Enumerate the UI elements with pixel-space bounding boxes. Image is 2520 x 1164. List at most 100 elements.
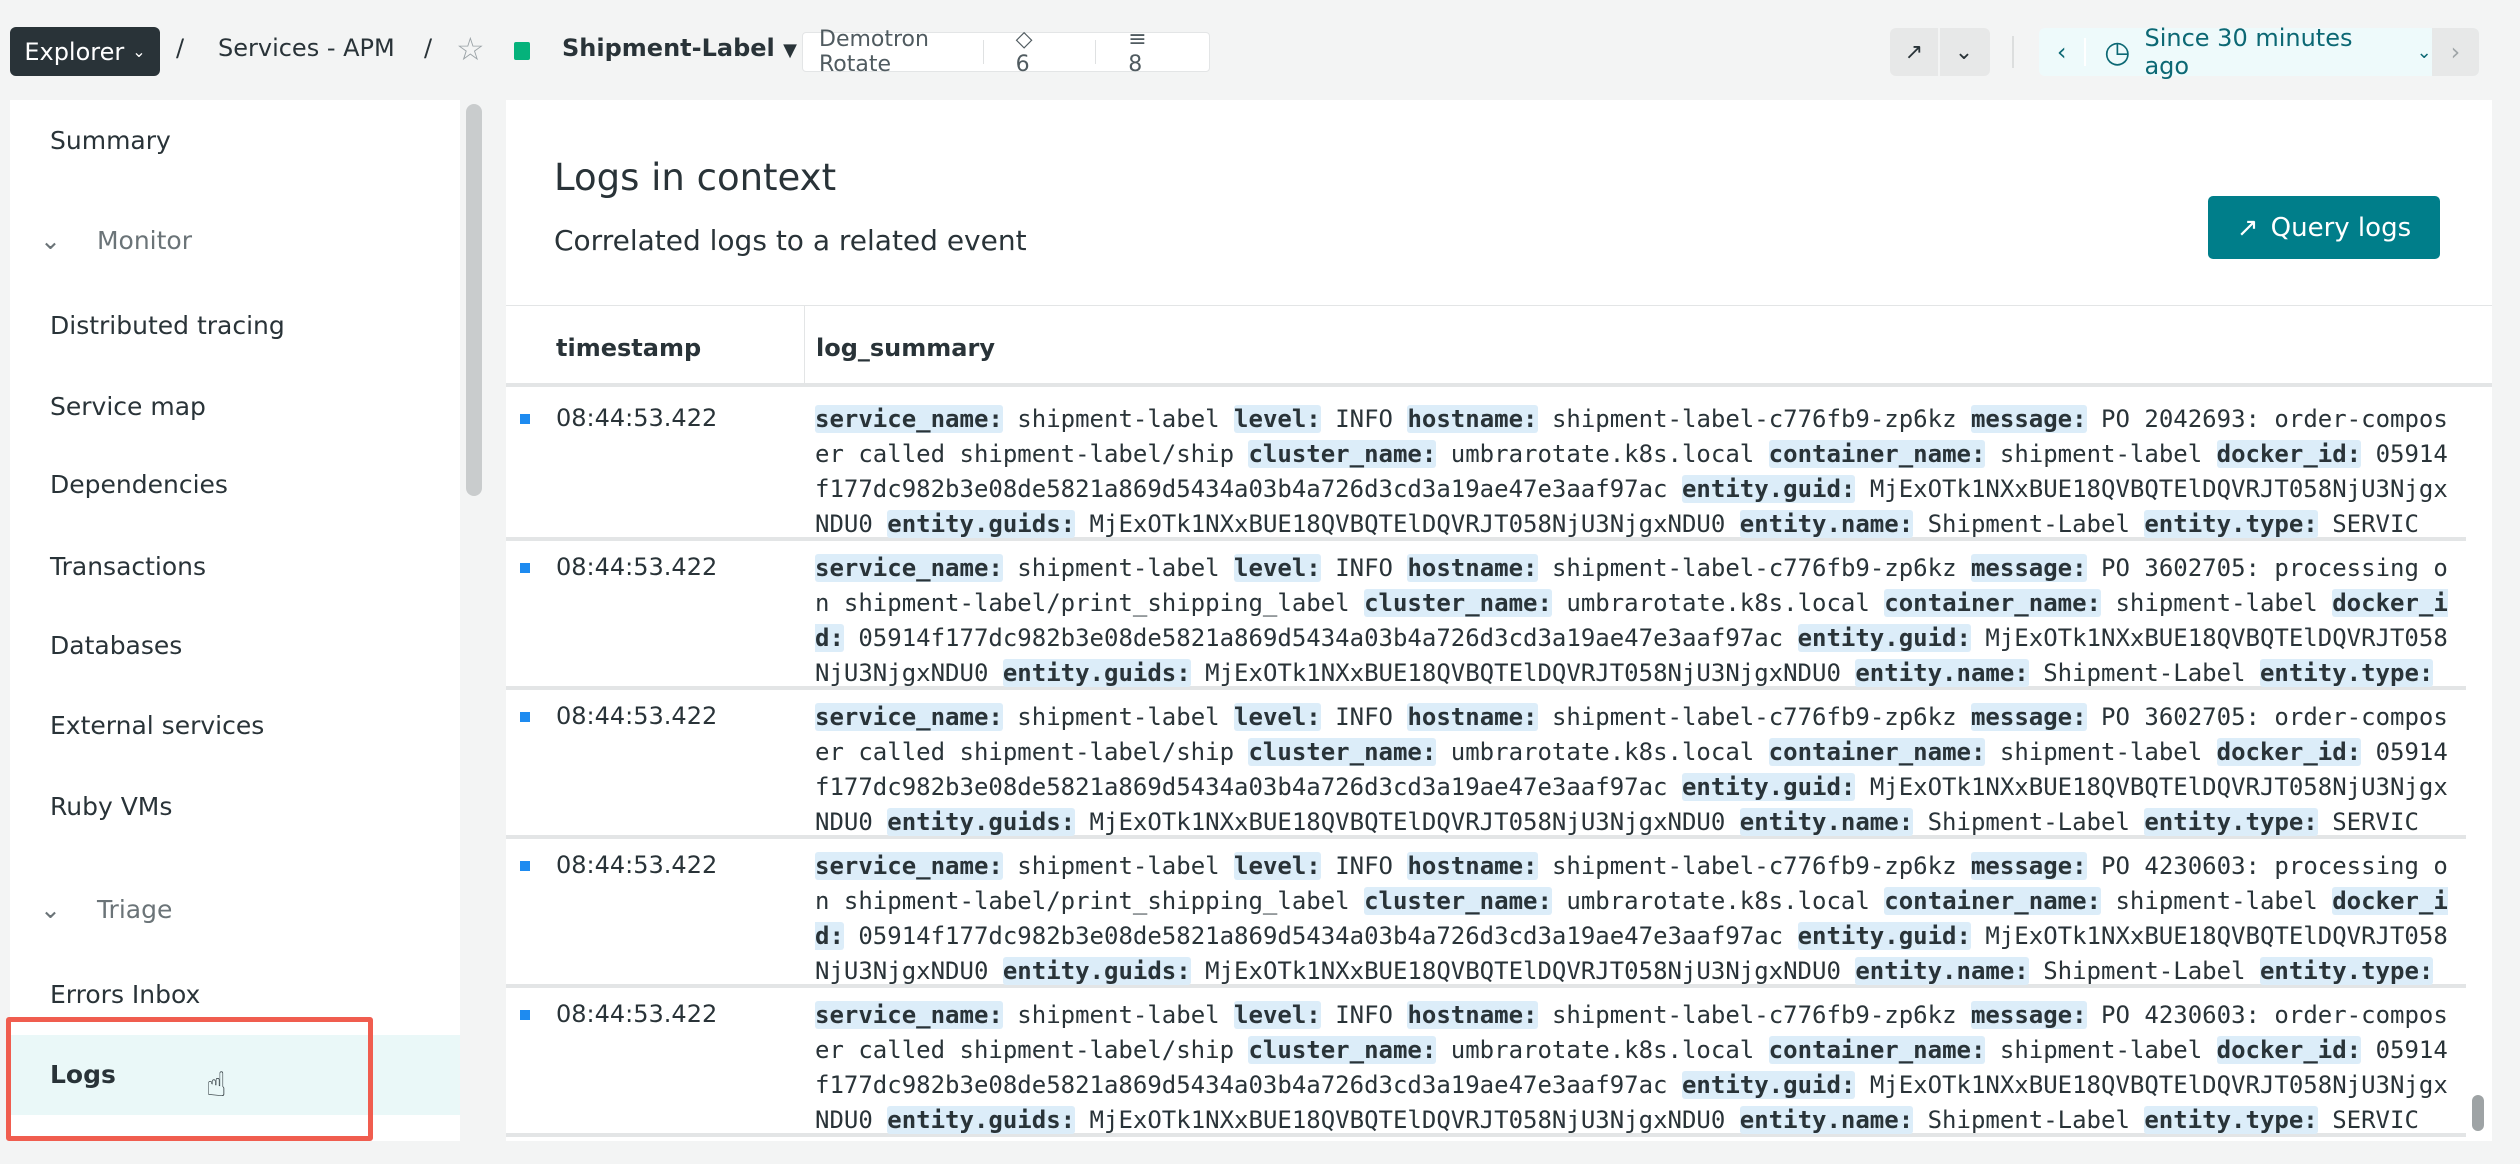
field-key: entity.name: [1855,957,2029,985]
field-value: MjExOTk1NXxBUE18QVBQTElDQVRJT058NjU3Njgx… [1089,510,1726,538]
field-key: hostname: [1407,554,1538,582]
field-value: INFO [1335,1001,1393,1029]
field-key: hostname: [1407,1001,1538,1029]
field-key: cluster_name: [1248,440,1437,468]
share-icon[interactable]: ↗ [1890,28,1940,76]
field-key: entity.guid: [1681,1071,1856,1099]
field-key: entity.name: [1739,1106,1914,1134]
sidebar-item-summary[interactable]: Summary [50,126,171,155]
sidebar-item-distributed-tracing[interactable]: Distributed tracing [50,311,285,340]
sidebar-section-monitor[interactable]: ⌄ Monitor [40,226,192,255]
field-key: entity.guid: [1681,475,1856,503]
sidebar-item-transactions[interactable]: Transactions [50,552,206,581]
chevron-down-icon[interactable]: ⌄ [2417,42,2432,63]
entity-status-indicator [514,42,530,60]
field-value: Shipment-Label [1927,510,2130,538]
sidebar-scrollbar[interactable] [466,104,482,496]
field-key: entity.type: [2259,957,2434,985]
table-row[interactable]: 08:44:53.422 service_name: shipment-label… [506,690,2466,839]
field-key: docker_id: [2216,440,2362,468]
log-table-body: 08:44:53.422 service_name: shipment-label… [506,392,2466,1137]
field-key: level: [1234,1001,1321,1029]
log-level-marker [520,1010,530,1020]
field-value: umbrarotate.k8s.local [1450,1036,1755,1064]
field-key: entity.type: [2144,1106,2318,1134]
field-key: entity.name: [1855,659,2029,687]
favorite-star-icon[interactable]: ☆ [456,30,485,68]
field-value: INFO [1335,554,1393,582]
timestamp-cell: 08:44:53.422 [556,404,718,432]
field-value: shipment-label [1999,440,2203,468]
entity-metadata[interactable]: Demotron Rotate ◇ 6 ≡ 8 [802,27,1210,77]
field-key: level: [1234,703,1321,731]
table-row[interactable]: 08:44:53.422 service_name: shipment-label… [506,988,2466,1137]
field-key: level: [1234,405,1321,433]
sidebar-nav: Summary ⌄ Monitor Distributed tracing Ser… [10,100,460,1141]
tags[interactable]: ◇ 6 [984,27,1096,77]
table-row[interactable]: 08:44:53.422 service_name: shipment-label… [506,392,2466,541]
sidebar-section-triage[interactable]: ⌄ Triage [40,895,172,924]
timestamp-cell: 08:44:53.422 [556,553,718,581]
field-value: 05914f177dc982b3e08de5821a869d5434a03b4a… [858,922,1784,950]
field-value: shipment-label [1017,554,1220,582]
chevron-down-icon: ▼ [783,40,797,61]
field-value: 05914f177dc982b3e08de5821a869d5434a03b4a… [858,624,1784,652]
column-divider[interactable] [804,306,805,384]
time-range-label[interactable]: Since 30 minutes ago [2144,24,2400,80]
sidebar-item-service-map[interactable]: Service map [50,392,206,421]
entity-selector[interactable]: Shipment-Label ▼ [562,34,797,62]
sidebar-item-external-services[interactable]: External services [50,711,264,740]
related-count: 8 [1128,52,1143,77]
breadcrumb-services-apm[interactable]: Services - APM [218,34,395,62]
field-key: entity.guid: [1681,773,1856,801]
field-value: shipment-label [1017,1001,1220,1029]
log-summary-cell: service_name: shipment-label level: INFO… [815,998,2455,1138]
sidebar-item-errors-inbox[interactable]: Errors Inbox [50,980,200,1009]
chevron-down-icon: ⌄ [40,895,61,924]
field-key: cluster_name: [1364,589,1552,617]
breadcrumb-separator: / [176,34,185,62]
table-row[interactable]: 08:44:53.422 service_name: shipment-label… [506,839,2466,988]
field-value: shipment-label [1017,703,1220,731]
field-value: shipment-label [2115,589,2318,617]
time-picker[interactable]: ‹ ◷ Since 30 minutes ago ⌄ › [2039,24,2479,80]
table-row[interactable]: 08:44:53.422 service_name: shipment-label… [506,541,2466,690]
table-scrollbar[interactable] [2472,1095,2484,1131]
tags-count: 6 [1015,52,1030,77]
field-value: SERVIC [2332,510,2419,538]
field-value: umbrarotate.k8s.local [1450,440,1755,468]
field-value: shipment-label-c776fb9-zp6kz [1551,554,1957,582]
sidebar-item-dependencies[interactable]: Dependencies [50,470,228,499]
share-button[interactable]: ↗ ⌄ [1890,28,1990,76]
explorer-button[interactable]: Explorer ⌄ [10,27,160,76]
log-level-marker [520,712,530,722]
highlight-annotation [6,1017,373,1141]
sidebar-item-databases[interactable]: Databases [50,631,182,660]
field-key: cluster_name: [1364,887,1552,915]
field-key: message: [1970,703,2087,731]
related-entities[interactable]: ≡ 8 [1096,27,1209,77]
field-key: entity.guids: [1002,659,1191,687]
field-value: shipment-label-c776fb9-zp6kz [1551,852,1957,880]
field-key: message: [1970,1001,2087,1029]
sidebar-item-ruby-vms[interactable]: Ruby VMs [50,792,172,821]
column-header-log-summary[interactable]: log_summary [816,334,995,362]
field-key: docker_id: [2216,1036,2362,1064]
log-summary-cell: service_name: shipment-label level: INFO… [815,551,2455,691]
query-logs-button[interactable]: ↗ Query logs [2208,196,2440,259]
log-level-marker [520,861,530,871]
field-key: entity.guids: [887,808,1076,836]
column-header-timestamp[interactable]: timestamp [556,334,701,362]
tag-icon: ◇ [1015,27,1033,52]
chevron-down-icon: ⌄ [40,226,61,255]
chevron-down-icon[interactable]: ⌄ [1940,28,1988,76]
log-level-marker [520,414,530,424]
field-key: service_name: [815,1001,1003,1029]
next-time-icon[interactable]: › [2431,28,2479,76]
field-value: shipment-label [1017,405,1220,433]
previous-time-icon[interactable]: ‹ [2039,38,2087,66]
field-value: MjExOTk1NXxBUE18QVBQTElDQVRJT058NjU3Njgx… [1089,1106,1726,1134]
timestamp-cell: 08:44:53.422 [556,1000,718,1028]
chevron-down-icon: ⌄ [132,42,146,61]
clock-icon: ◷ [2104,34,2131,70]
